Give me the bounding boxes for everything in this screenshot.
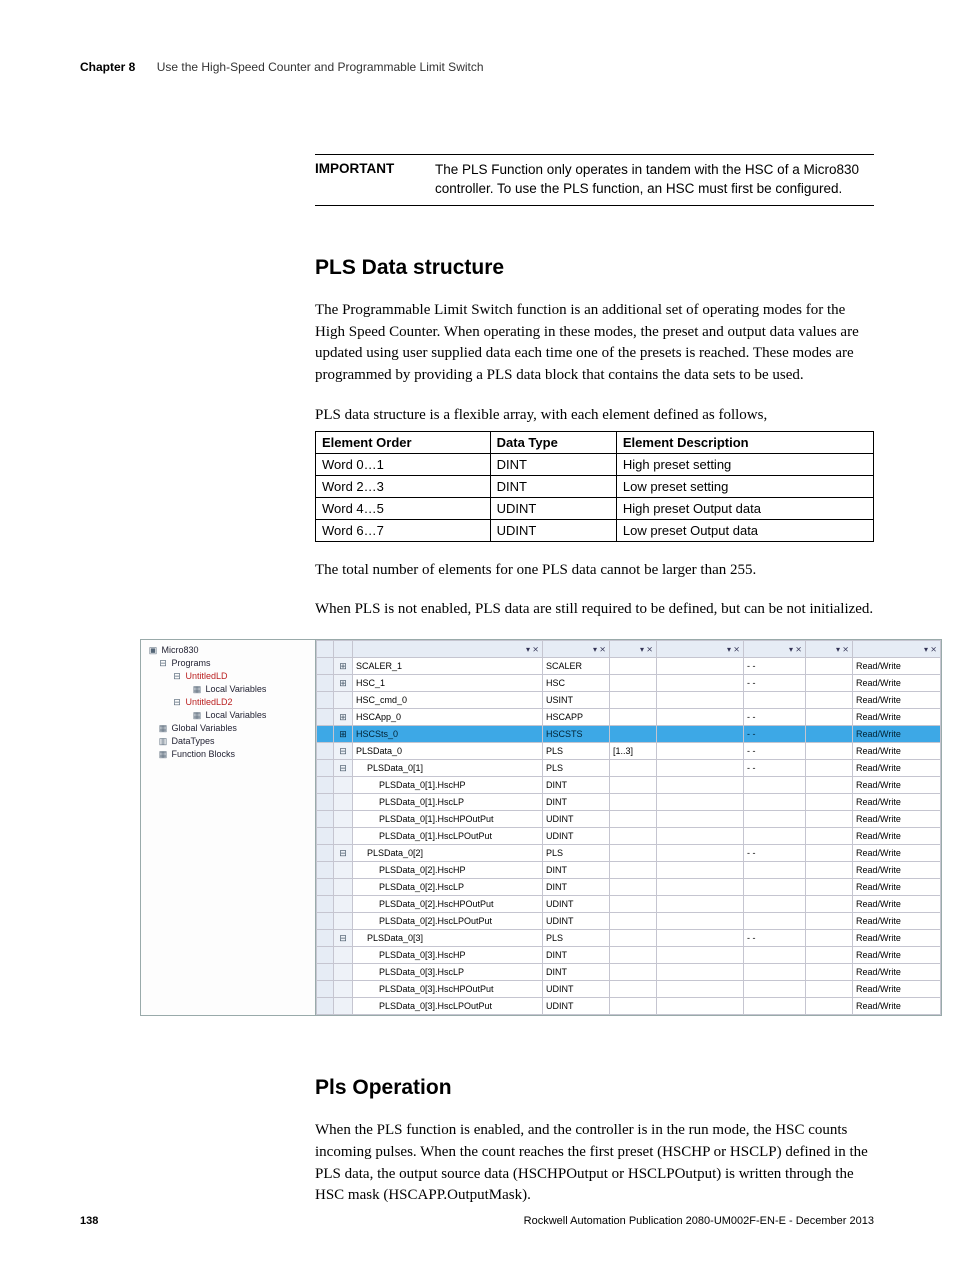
tree-expand-icon[interactable]: ⊟ <box>171 697 183 708</box>
paragraph: The Programmable Limit Switch function i… <box>315 300 874 387</box>
row-expand-icon[interactable]: ⊞ <box>334 658 353 675</box>
grid-row[interactable]: PLSData_0[2].HscLPDINTRead/Write <box>317 879 941 896</box>
row-expand-icon <box>334 981 353 998</box>
tree-node[interactable]: ⊟ UntitledLD2 <box>143 696 313 709</box>
row-expand-icon[interactable]: ⊟ <box>334 743 353 760</box>
paragraph: The total number of elements for one PLS… <box>315 560 874 582</box>
grid-row[interactable]: ⊞SCALER_1SCALER- -Read/Write <box>317 658 941 675</box>
row-expand-icon <box>334 964 353 981</box>
chapter-title: Use the High-Speed Counter and Programma… <box>157 60 484 74</box>
row-expand-icon <box>334 998 353 1015</box>
grid-row[interactable]: ⊞HSCApp_0HSCAPP- -Read/Write <box>317 709 941 726</box>
table-row: Word 2…3DINTLow preset setting <box>316 475 874 497</box>
grid-header-row: ▾ ⨯ ▾ ⨯ ▾ ⨯ ▾ ⨯ ▾ ⨯ ▾ ⨯ ▾ ⨯ <box>317 641 941 658</box>
grid-row[interactable]: ⊞HSCSts_0HSCSTS- -Read/Write <box>317 726 941 743</box>
grid-row[interactable]: PLSData_0[1].HscLPOutPutUDINTRead/Write <box>317 828 941 845</box>
project-tree: ▣ Micro830 ⊟ Programs⊟ UntitledLD▦ Local… <box>141 640 316 1015</box>
chapter-number: Chapter 8 <box>80 60 135 74</box>
table-header: Element Order <box>316 431 491 453</box>
grid-row[interactable]: PLSData_0[1].HscHPOutPutUDINTRead/Write <box>317 811 941 828</box>
table-row: Word 4…5UDINTHigh preset Output data <box>316 497 874 519</box>
row-expand-icon[interactable]: ⊞ <box>334 675 353 692</box>
tree-expand-icon[interactable]: ▥ <box>157 736 169 747</box>
table-header: Element Description <box>616 431 873 453</box>
controller-icon: ▣ <box>147 645 159 656</box>
row-expand-icon[interactable]: ⊟ <box>334 845 353 862</box>
tree-node[interactable]: ▥ DataTypes <box>143 735 313 748</box>
tree-node[interactable]: ▦ Local Variables <box>143 683 313 696</box>
tree-expand-icon[interactable]: ▦ <box>191 710 203 721</box>
tree-expand-icon[interactable]: ▦ <box>157 723 169 734</box>
row-expand-icon <box>334 811 353 828</box>
tree-node[interactable]: ▦ Global Variables <box>143 722 313 735</box>
grid-row[interactable]: PLSData_0[1].HscLPDINTRead/Write <box>317 794 941 811</box>
grid-row[interactable]: ⊟PLSData_0PLS[1..3]- -Read/Write <box>317 743 941 760</box>
grid-row[interactable]: ⊞HSC_1HSC- -Read/Write <box>317 675 941 692</box>
grid-row[interactable]: PLSData_0[2].HscHPDINTRead/Write <box>317 862 941 879</box>
row-expand-icon <box>334 794 353 811</box>
grid-row[interactable]: PLSData_0[3].HscHPOutPutUDINTRead/Write <box>317 981 941 998</box>
important-text: The PLS Function only operates in tandem… <box>435 161 874 199</box>
tree-root[interactable]: ▣ Micro830 <box>143 644 313 657</box>
tree-expand-icon[interactable]: ⊟ <box>157 658 169 669</box>
ide-screenshot: ▣ Micro830 ⊟ Programs⊟ UntitledLD▦ Local… <box>140 639 942 1016</box>
row-expand-icon <box>334 896 353 913</box>
running-header: Chapter 8 Use the High-Speed Counter and… <box>80 60 874 74</box>
grid-row[interactable]: ⊟PLSData_0[1]PLS- -Read/Write <box>317 760 941 777</box>
page-number: 138 <box>80 1215 98 1227</box>
pls-structure-table: Element OrderData TypeElement Descriptio… <box>315 431 874 542</box>
grid-row[interactable]: PLSData_0[2].HscLPOutPutUDINTRead/Write <box>317 913 941 930</box>
grid-row[interactable]: PLSData_0[3].HscLPOutPutUDINTRead/Write <box>317 998 941 1015</box>
row-expand-icon[interactable]: ⊟ <box>334 760 353 777</box>
row-expand-icon <box>334 862 353 879</box>
tree-node[interactable]: ⊟ Programs <box>143 657 313 670</box>
grid-row[interactable]: PLSData_0[2].HscHPOutPutUDINTRead/Write <box>317 896 941 913</box>
grid-row[interactable]: PLSData_0[3].HscHPDINTRead/Write <box>317 947 941 964</box>
tree-expand-icon[interactable]: ▦ <box>157 749 169 760</box>
tree-expand-icon[interactable]: ▦ <box>191 684 203 695</box>
paragraph: PLS data structure is a flexible array, … <box>315 405 874 427</box>
table-header: Data Type <box>490 431 616 453</box>
row-expand-icon[interactable]: ⊞ <box>334 726 353 743</box>
section-heading-pls-operation: Pls Operation <box>315 1076 874 1100</box>
grid-row[interactable]: HSC_cmd_0USINTRead/Write <box>317 692 941 709</box>
tree-node[interactable]: ⊟ UntitledLD <box>143 670 313 683</box>
row-expand-icon <box>334 947 353 964</box>
publication-id: Rockwell Automation Publication 2080-UM0… <box>524 1215 874 1227</box>
row-expand-icon <box>334 828 353 845</box>
row-expand-icon <box>334 879 353 896</box>
row-expand-icon <box>334 692 353 709</box>
grid-row[interactable]: PLSData_0[1].HscHPDINTRead/Write <box>317 777 941 794</box>
tree-expand-icon[interactable]: ⊟ <box>171 671 183 682</box>
important-callout: IMPORTANT The PLS Function only operates… <box>315 154 874 206</box>
row-expand-icon[interactable]: ⊟ <box>334 930 353 947</box>
row-expand-icon[interactable]: ⊞ <box>334 709 353 726</box>
tree-node[interactable]: ▦ Function Blocks <box>143 748 313 761</box>
section-heading-pls-data-structure: PLS Data structure <box>315 256 874 280</box>
row-expand-icon <box>334 913 353 930</box>
row-expand-icon <box>334 777 353 794</box>
page-footer: 138 Rockwell Automation Publication 2080… <box>80 1215 874 1227</box>
grid-row[interactable]: ⊟PLSData_0[2]PLS- -Read/Write <box>317 845 941 862</box>
table-row: Word 0…1DINTHigh preset setting <box>316 453 874 475</box>
important-label: IMPORTANT <box>315 161 435 199</box>
paragraph: When the PLS function is enabled, and th… <box>315 1120 874 1207</box>
grid-row[interactable]: PLSData_0[3].HscLPDINTRead/Write <box>317 964 941 981</box>
variable-grid: ▾ ⨯ ▾ ⨯ ▾ ⨯ ▾ ⨯ ▾ ⨯ ▾ ⨯ ▾ ⨯ ⊞SCALER_1SCA… <box>316 640 941 1015</box>
table-row: Word 6…7UDINTLow preset Output data <box>316 519 874 541</box>
tree-node[interactable]: ▦ Local Variables <box>143 709 313 722</box>
paragraph: When PLS is not enabled, PLS data are st… <box>315 599 874 621</box>
grid-row[interactable]: ⊟PLSData_0[3]PLS- -Read/Write <box>317 930 941 947</box>
